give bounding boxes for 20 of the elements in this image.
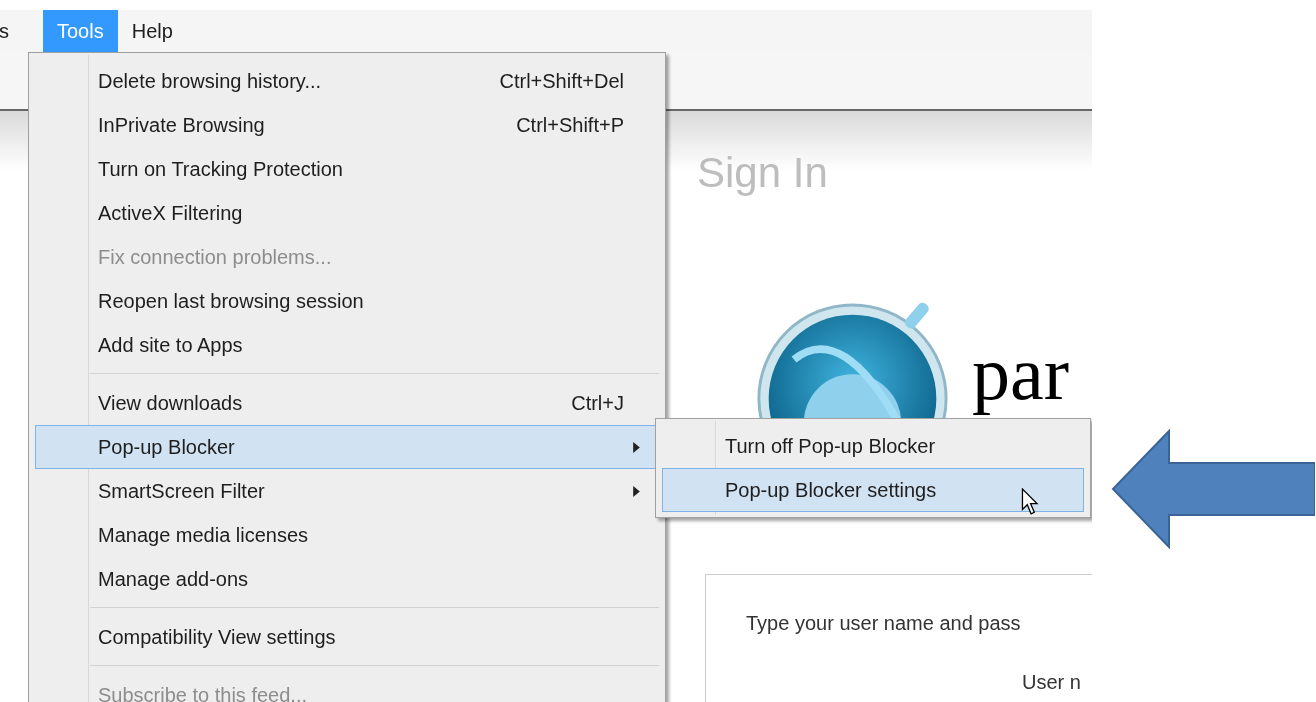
menu-item[interactable]: Manage media licenses	[35, 513, 659, 557]
menu-item[interactable]: Turn off Pop-up Blocker	[662, 424, 1084, 468]
menu-item[interactable]: ActiveX Filtering	[35, 191, 659, 235]
menu-item[interactable]: Reopen last browsing session	[35, 279, 659, 323]
menu-item[interactable]: View downloads Ctrl+J	[35, 381, 659, 425]
login-prompt: Type your user name and pass	[746, 612, 1022, 635]
mouse-pointer-icon	[1021, 488, 1039, 516]
menu-item[interactable]: Turn on Tracking Protection	[35, 147, 659, 191]
menu-item[interactable]: InPrivate Browsing Ctrl+Shift+P	[35, 103, 659, 147]
field-label: User n	[1022, 671, 1082, 694]
menu-item[interactable]: Add site to Apps	[35, 323, 659, 367]
page-heading: Sign In	[697, 148, 829, 198]
menu-bar-item[interactable]: Help	[117, 10, 187, 52]
menu-item[interactable]: Manage add-ons	[35, 557, 659, 601]
menu-bar-item[interactable]: s	[0, 10, 15, 52]
menu-item[interactable]: Delete browsing history... Ctrl+Shift+Del	[35, 59, 659, 103]
left-arrow-icon	[1111, 429, 1315, 549]
menu-item[interactable]: SmartScreen Filter	[35, 469, 659, 513]
menu-item[interactable]: Compatibility View settings	[35, 615, 659, 659]
menu-item[interactable]: Pop-up Blocker settings	[662, 468, 1084, 512]
